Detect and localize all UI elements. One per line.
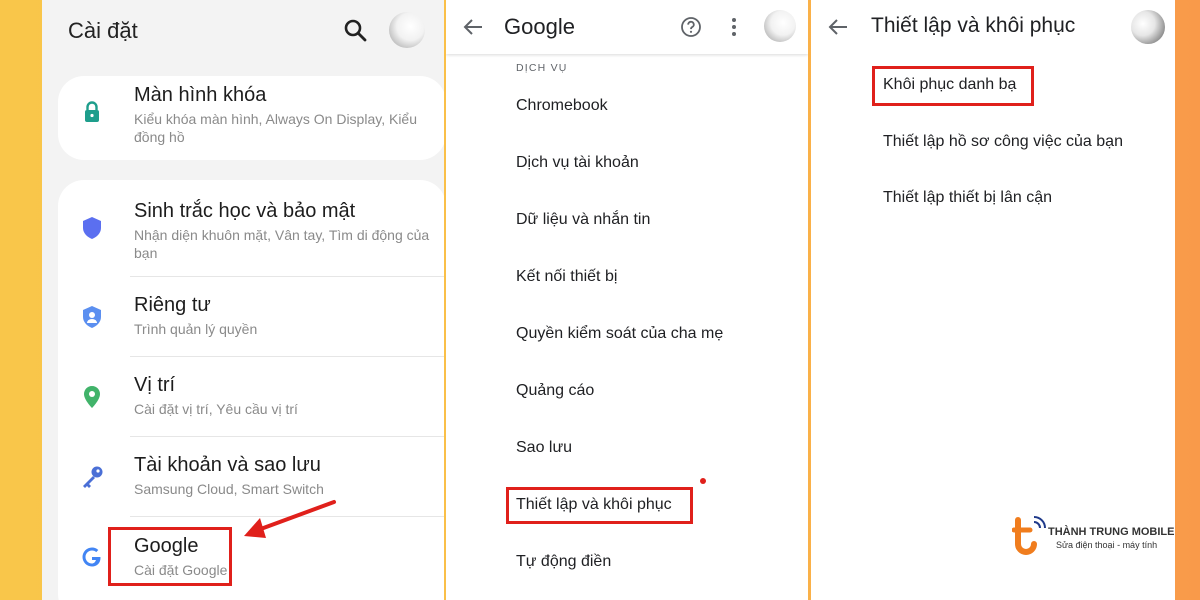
page-title: Cài đặt [68,18,138,43]
settings-item-subtitle: Trình quản lý quyền [134,321,258,337]
page-title: Google [504,14,575,39]
restore-contacts-highlight-box [872,66,1034,106]
menu-item-ads[interactable]: Quảng cáo [516,382,594,400]
back-arrow-icon[interactable] [827,16,849,38]
location-pin-icon [84,386,100,408]
page-title: Thiết lập và khôi phục [871,14,1076,37]
settings-item-privacy[interactable]: Riêng tư Trình quản lý quyền [58,277,444,356]
brand-tagline: Sửa điện thoại - máy tính [1056,540,1158,550]
menu-item-data-messaging[interactable]: Dữ liệu và nhắn tin [516,211,650,229]
help-icon[interactable] [680,16,702,38]
brand-logo-icon [1012,516,1046,555]
lock-icon [85,101,99,122]
avatar[interactable] [389,12,425,48]
back-arrow-icon[interactable] [462,16,484,38]
setup-restore-screen: Thiết lập và khôi phục Khôi phục danh bạ… [811,0,1175,600]
menu-item-chromebook[interactable]: Chromebook [516,97,608,115]
privacy-icon [83,306,101,328]
settings-item-lock-screen[interactable]: Màn hình khóa Kiểu khóa màn hình, Always… [58,76,444,160]
settings-item-biometrics[interactable]: Sinh trắc học và bảo mật Nhận diện khuôn… [58,180,444,276]
avatar[interactable] [1131,10,1165,44]
app-bar: Google [446,0,808,54]
settings-item-location[interactable]: Vị trí Cài đặt vị trí, Yêu cầu vị trí [58,357,444,436]
settings-item-subtitle: Kiểu khóa màn hình, Always On Display, K… [134,111,418,145]
setup-restore-highlight-box [506,487,693,524]
shield-icon [83,217,101,239]
menu-item-parental-controls[interactable]: Quyền kiểm soát của cha mẹ [516,325,723,343]
google-highlight-box [108,527,232,586]
settings-item-title: Màn hình khóa [134,84,267,106]
google-icon [82,547,101,567]
search-icon[interactable] [343,18,367,42]
brand-name: THÀNH TRUNG MOBILE [1048,526,1175,538]
key-icon [83,466,103,488]
settings-item-subtitle: Cài đặt vị trí, Yêu cầu vị trí [134,401,298,417]
settings-card-lock: Màn hình khóa Kiểu khóa màn hình, Always… [58,76,444,160]
touch-indicator [700,478,706,484]
settings-item-title: Sinh trắc học và bảo mật [134,200,356,222]
settings-item-title: Vị trí [134,374,176,396]
avatar[interactable] [764,10,796,42]
menu-item-device-connections[interactable]: Kết nối thiết bị [516,268,617,286]
menu-item-work-profile[interactable]: Thiết lập hồ sơ công việc của bạn [883,133,1123,151]
menu-item-account-services[interactable]: Dịch vụ tài khoản [516,154,639,172]
settings-item-title: Riêng tư [134,294,211,316]
menu-item-backup[interactable]: Sao lưu [516,439,572,457]
section-header: DỊCH VỤ [516,62,568,74]
brand-logo: THÀNH TRUNG MOBILE Sửa điện thoại - máy … [1012,514,1192,558]
google-settings-screen: Google DỊCH VỤ Chromebook Dịch vụ tài kh… [446,0,808,600]
settings-item-subtitle: Nhận diện khuôn mặt, Vân tay, Tìm di độn… [134,227,430,261]
menu-item-autofill[interactable]: Tự động điền [516,553,611,571]
settings-item-title: Tài khoản và sao lưu [134,454,321,476]
more-options-icon[interactable] [726,16,742,38]
menu-item-nearby-devices[interactable]: Thiết lập thiết bị lân cận [883,189,1052,207]
pointer-arrow-icon [244,500,336,538]
